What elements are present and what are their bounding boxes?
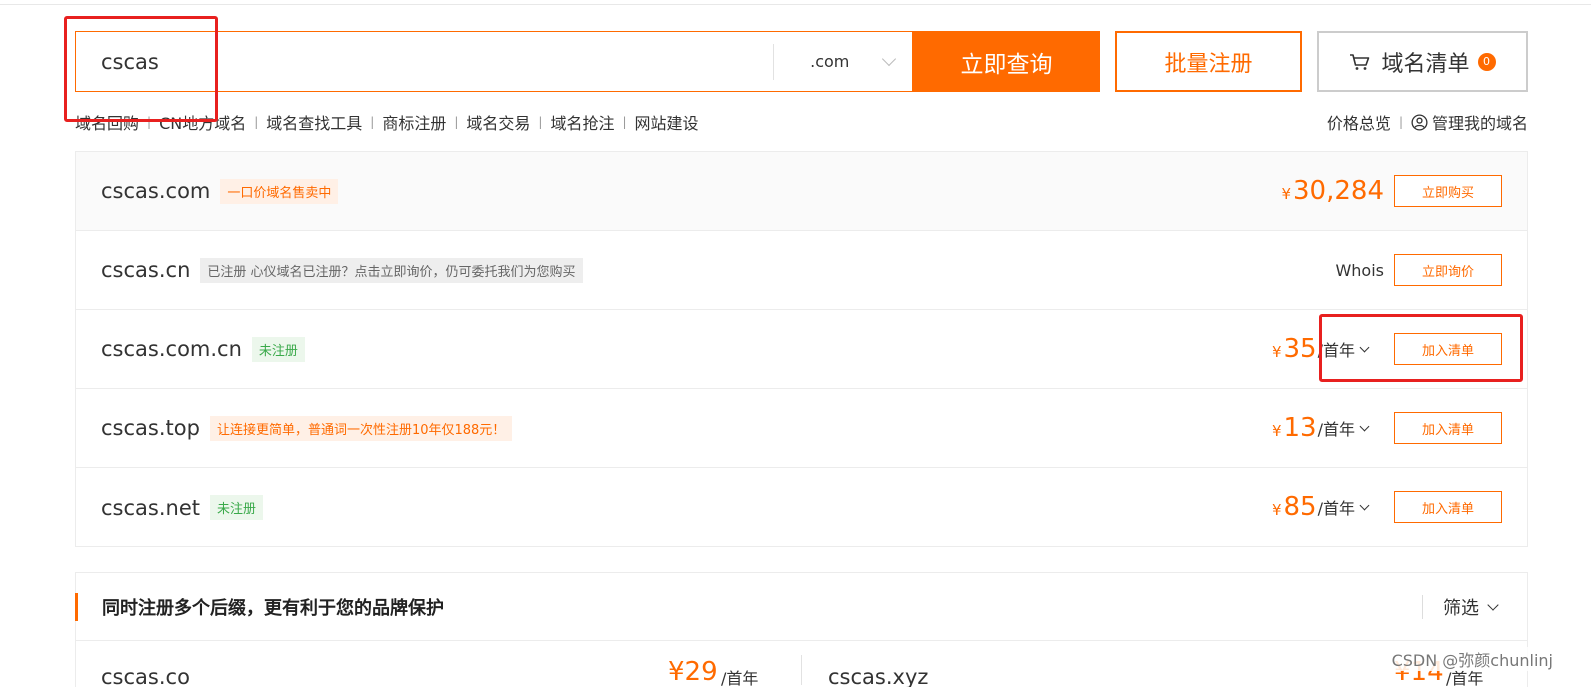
inquire-button[interactable]: 立即询价 xyxy=(1394,254,1502,286)
cart-label: 域名清单 xyxy=(1381,51,1470,77)
domain-name: cscas.net xyxy=(101,495,200,520)
result-row-cn: cscas.cn 已注册 心仪域名已注册？点击立即询价，仍可委托我们为您购买 W… xyxy=(76,231,1527,310)
chevron-down-icon xyxy=(1359,342,1370,352)
price-amount: 13 xyxy=(1283,413,1317,443)
chevron-down-icon xyxy=(1359,421,1370,431)
currency-symbol: ¥ xyxy=(1271,501,1282,519)
promo-badge: 让连接更简单，普通词一次性注册10年仅188元！ xyxy=(209,415,513,441)
period-select[interactable]: /首年 xyxy=(1317,337,1370,361)
currency-symbol: ¥ xyxy=(1281,185,1292,203)
filter-dropdown[interactable]: 筛选 xyxy=(1422,595,1499,619)
suffix-row-partial: cscas.co ¥29 /首年 cscas.xyz ¥14 /首年 xyxy=(76,655,1529,687)
price: ¥13 xyxy=(1272,413,1317,443)
currency-symbol: ¥ xyxy=(1271,422,1282,440)
status-badge: 一口价域名售卖中 xyxy=(220,178,339,204)
separator: | xyxy=(147,115,152,129)
domain-name: cscas.top xyxy=(101,416,200,440)
suffix-select[interactable]: .com xyxy=(774,33,912,90)
add-to-cart-button[interactable]: 加入清单 xyxy=(1394,491,1502,523)
subnav-cn-local-domain[interactable]: CN地方域名 xyxy=(159,110,246,134)
top-divider xyxy=(0,4,1591,5)
separator: | xyxy=(538,115,543,129)
row-actions: ¥30,284 立即购买 xyxy=(1281,152,1502,230)
chevron-down-icon xyxy=(1359,500,1370,510)
search-button[interactable]: 立即查询 xyxy=(913,31,1100,92)
buy-now-button[interactable]: 立即购买 xyxy=(1394,175,1502,207)
suffix-value: .com xyxy=(810,52,850,71)
accent-bar xyxy=(75,593,78,621)
chevron-down-icon xyxy=(882,51,897,66)
separator: | xyxy=(1398,115,1403,129)
row-actions: Whois 立即询价 xyxy=(1335,231,1502,309)
divider xyxy=(1422,595,1423,619)
currency-symbol: ¥ xyxy=(1271,343,1282,361)
result-row-com: cscas.com 一口价域名售卖中 ¥30,284 立即购买 xyxy=(76,152,1527,231)
filter-label: 筛选 xyxy=(1443,598,1479,619)
section-header: 同时注册多个后缀，更有利于您的品牌保护 筛选 xyxy=(75,573,1527,641)
add-to-cart-button[interactable]: 加入清单 xyxy=(1394,333,1502,365)
subnav-trademark[interactable]: 商标注册 xyxy=(382,110,446,134)
price: ¥30,284 xyxy=(1281,176,1384,206)
domain-name: cscas.com.cn xyxy=(101,337,242,361)
result-row-net: cscas.net 未注册 ¥85 /首年 加入清单 xyxy=(76,468,1527,547)
price-overview-link[interactable]: 价格总览 xyxy=(1327,110,1391,134)
domain-results-list: cscas.com 一口价域名售卖中 ¥30,284 立即购买 cscas.cn… xyxy=(75,151,1528,547)
subnav-domain-tools[interactable]: 域名查找工具 xyxy=(266,110,362,134)
subnav-website-build[interactable]: 网站建设 xyxy=(635,110,699,134)
status-badge: 未注册 xyxy=(209,495,263,520)
status-badge: 已注册 心仪域名已注册？点击立即询价，仍可委托我们为您购买 xyxy=(200,257,583,283)
whois-link[interactable]: Whois xyxy=(1335,261,1384,280)
subnav-domain-snap[interactable]: 域名抢注 xyxy=(550,110,614,134)
period-label: /首年 xyxy=(1317,420,1355,439)
result-row-com-cn: cscas.com.cn 未注册 ¥35 /首年 加入清单 xyxy=(76,310,1527,389)
domain-cart-button[interactable]: 域名清单 0 xyxy=(1317,31,1528,92)
price-amount: ¥29 xyxy=(668,657,718,687)
subnav-right: 价格总览 | 管理我的域名 xyxy=(1327,110,1528,134)
price: ¥85 xyxy=(1272,492,1317,522)
batch-register-button[interactable]: 批量注册 xyxy=(1115,31,1302,92)
divider xyxy=(801,655,802,685)
period-label: /首年 xyxy=(1317,341,1355,360)
search-box: .com xyxy=(75,31,913,92)
watermark: CSDN @弥颜chunlinj xyxy=(1389,647,1555,671)
multi-suffix-section: 同时注册多个后缀，更有利于您的品牌保护 筛选 cscas.co ¥29 /首年 … xyxy=(75,572,1528,687)
subnav-left: 域名回购 | CN地方域名 | 域名查找工具 | 商标注册 | 域名交易 | 域名抢注 | … xyxy=(75,110,699,134)
section-title: 同时注册多个后缀，更有利于您的品牌保护 xyxy=(102,597,444,619)
subnav-domain-buyback[interactable]: 域名回购 xyxy=(75,110,139,134)
manage-domains-link[interactable]: 管理我的域名 xyxy=(1432,110,1528,134)
separator: | xyxy=(622,115,627,129)
cart-icon xyxy=(1350,53,1370,70)
chevron-down-icon xyxy=(1487,598,1499,611)
row-actions: ¥85 /首年 加入清单 xyxy=(1272,468,1502,546)
period-select[interactable]: /首年 xyxy=(1317,495,1370,519)
price-amount: 85 xyxy=(1283,492,1317,522)
separator: | xyxy=(454,115,459,129)
cart-count-badge: 0 xyxy=(1477,52,1496,71)
status-badge: 未注册 xyxy=(251,336,305,362)
price-amount: 30,284 xyxy=(1293,176,1384,206)
separator: | xyxy=(370,115,375,129)
domain-name: cscas.xyz xyxy=(828,665,929,687)
domain-name: cscas.cn xyxy=(101,258,191,282)
price: ¥35 xyxy=(1272,334,1317,364)
period-label: /首年 xyxy=(1317,499,1355,518)
row-actions: ¥35 /首年 加入清单 xyxy=(1272,310,1502,388)
search-input[interactable] xyxy=(76,33,774,90)
domain-name: cscas.com xyxy=(101,179,211,203)
user-icon xyxy=(1411,113,1428,131)
subnav-domain-trade[interactable]: 域名交易 xyxy=(466,110,530,134)
price-amount: 35 xyxy=(1283,334,1317,364)
row-actions: ¥13 /首年 加入清单 xyxy=(1272,389,1502,467)
period-select[interactable]: /首年 xyxy=(1317,416,1370,440)
period-label: /首年 xyxy=(721,669,759,687)
add-to-cart-button[interactable]: 加入清单 xyxy=(1394,412,1502,444)
domain-name: cscas.co xyxy=(101,665,190,687)
separator: | xyxy=(254,115,259,129)
result-row-top: cscas.top 让连接更简单，普通词一次性注册10年仅188元！ ¥13 /… xyxy=(76,389,1527,468)
